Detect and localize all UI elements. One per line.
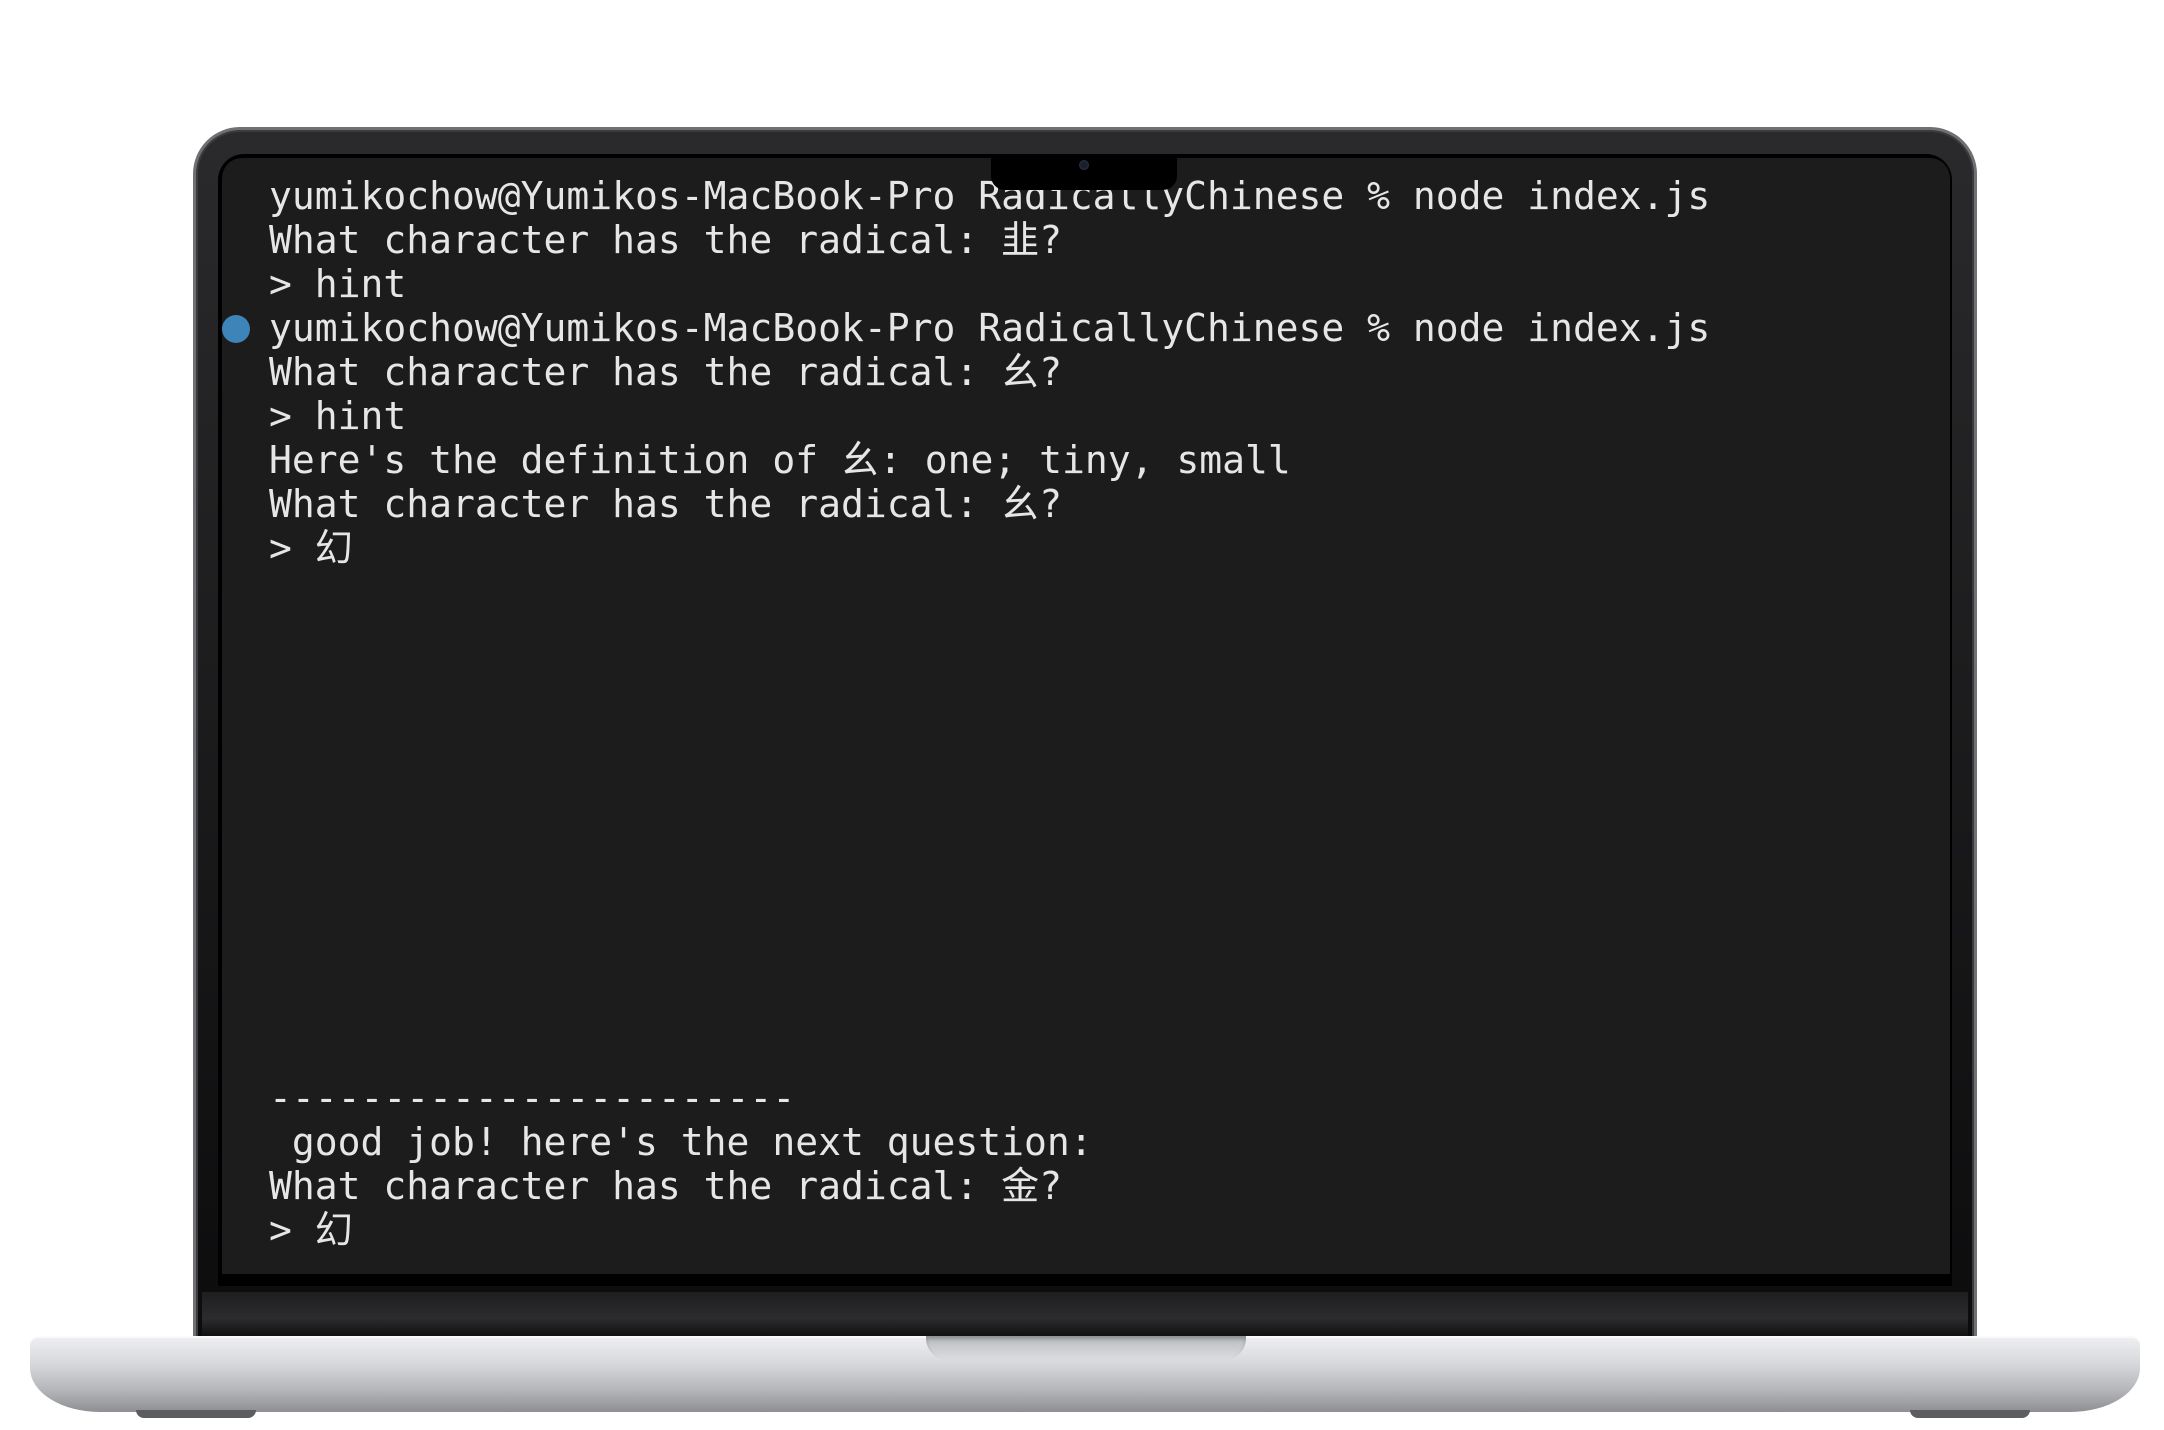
terminal-output[interactable]: yumikochow@Yumikos-MacBook-Pro Radically… [222,158,1950,1274]
terminal-line: yumikochow@Yumikos-MacBook-Pro Radically… [269,306,1711,350]
camera-icon [1079,160,1089,170]
lid-bottom-edge [202,1292,1968,1336]
terminal-line: yumikochow@Yumikos-MacBook-Pro Radically… [269,174,1711,218]
terminal-divider: ----------------------- [269,1076,796,1120]
laptop-foot-left [136,1410,256,1418]
laptop-mockup: yumikochow@Yumikos-MacBook-Pro Radically… [0,0,2164,1430]
terminal-line: What character has the radical: 韭? [269,218,1062,262]
terminal-line: What character has the radical: 幺? [269,482,1062,526]
terminal-line: > 幻 [269,1208,353,1252]
terminal-line: good job! here's the next question: [269,1120,1093,1164]
terminal-line: > hint [269,394,407,438]
laptop-foot-right [1910,1410,2030,1418]
terminal-line: > hint [269,262,407,306]
terminal-line: What character has the radical: 金? [269,1164,1062,1208]
terminal-window[interactable]: yumikochow@Yumikos-MacBook-Pro Radically… [222,158,1950,1274]
command-marker-icon[interactable] [222,315,250,343]
terminal-line: > 幻 [269,526,353,570]
lid-opening-notch [926,1336,1246,1360]
terminal-line: What character has the radical: 幺? [269,350,1062,394]
terminal-line: Here's the definition of 幺: one; tiny, s… [269,438,1291,482]
